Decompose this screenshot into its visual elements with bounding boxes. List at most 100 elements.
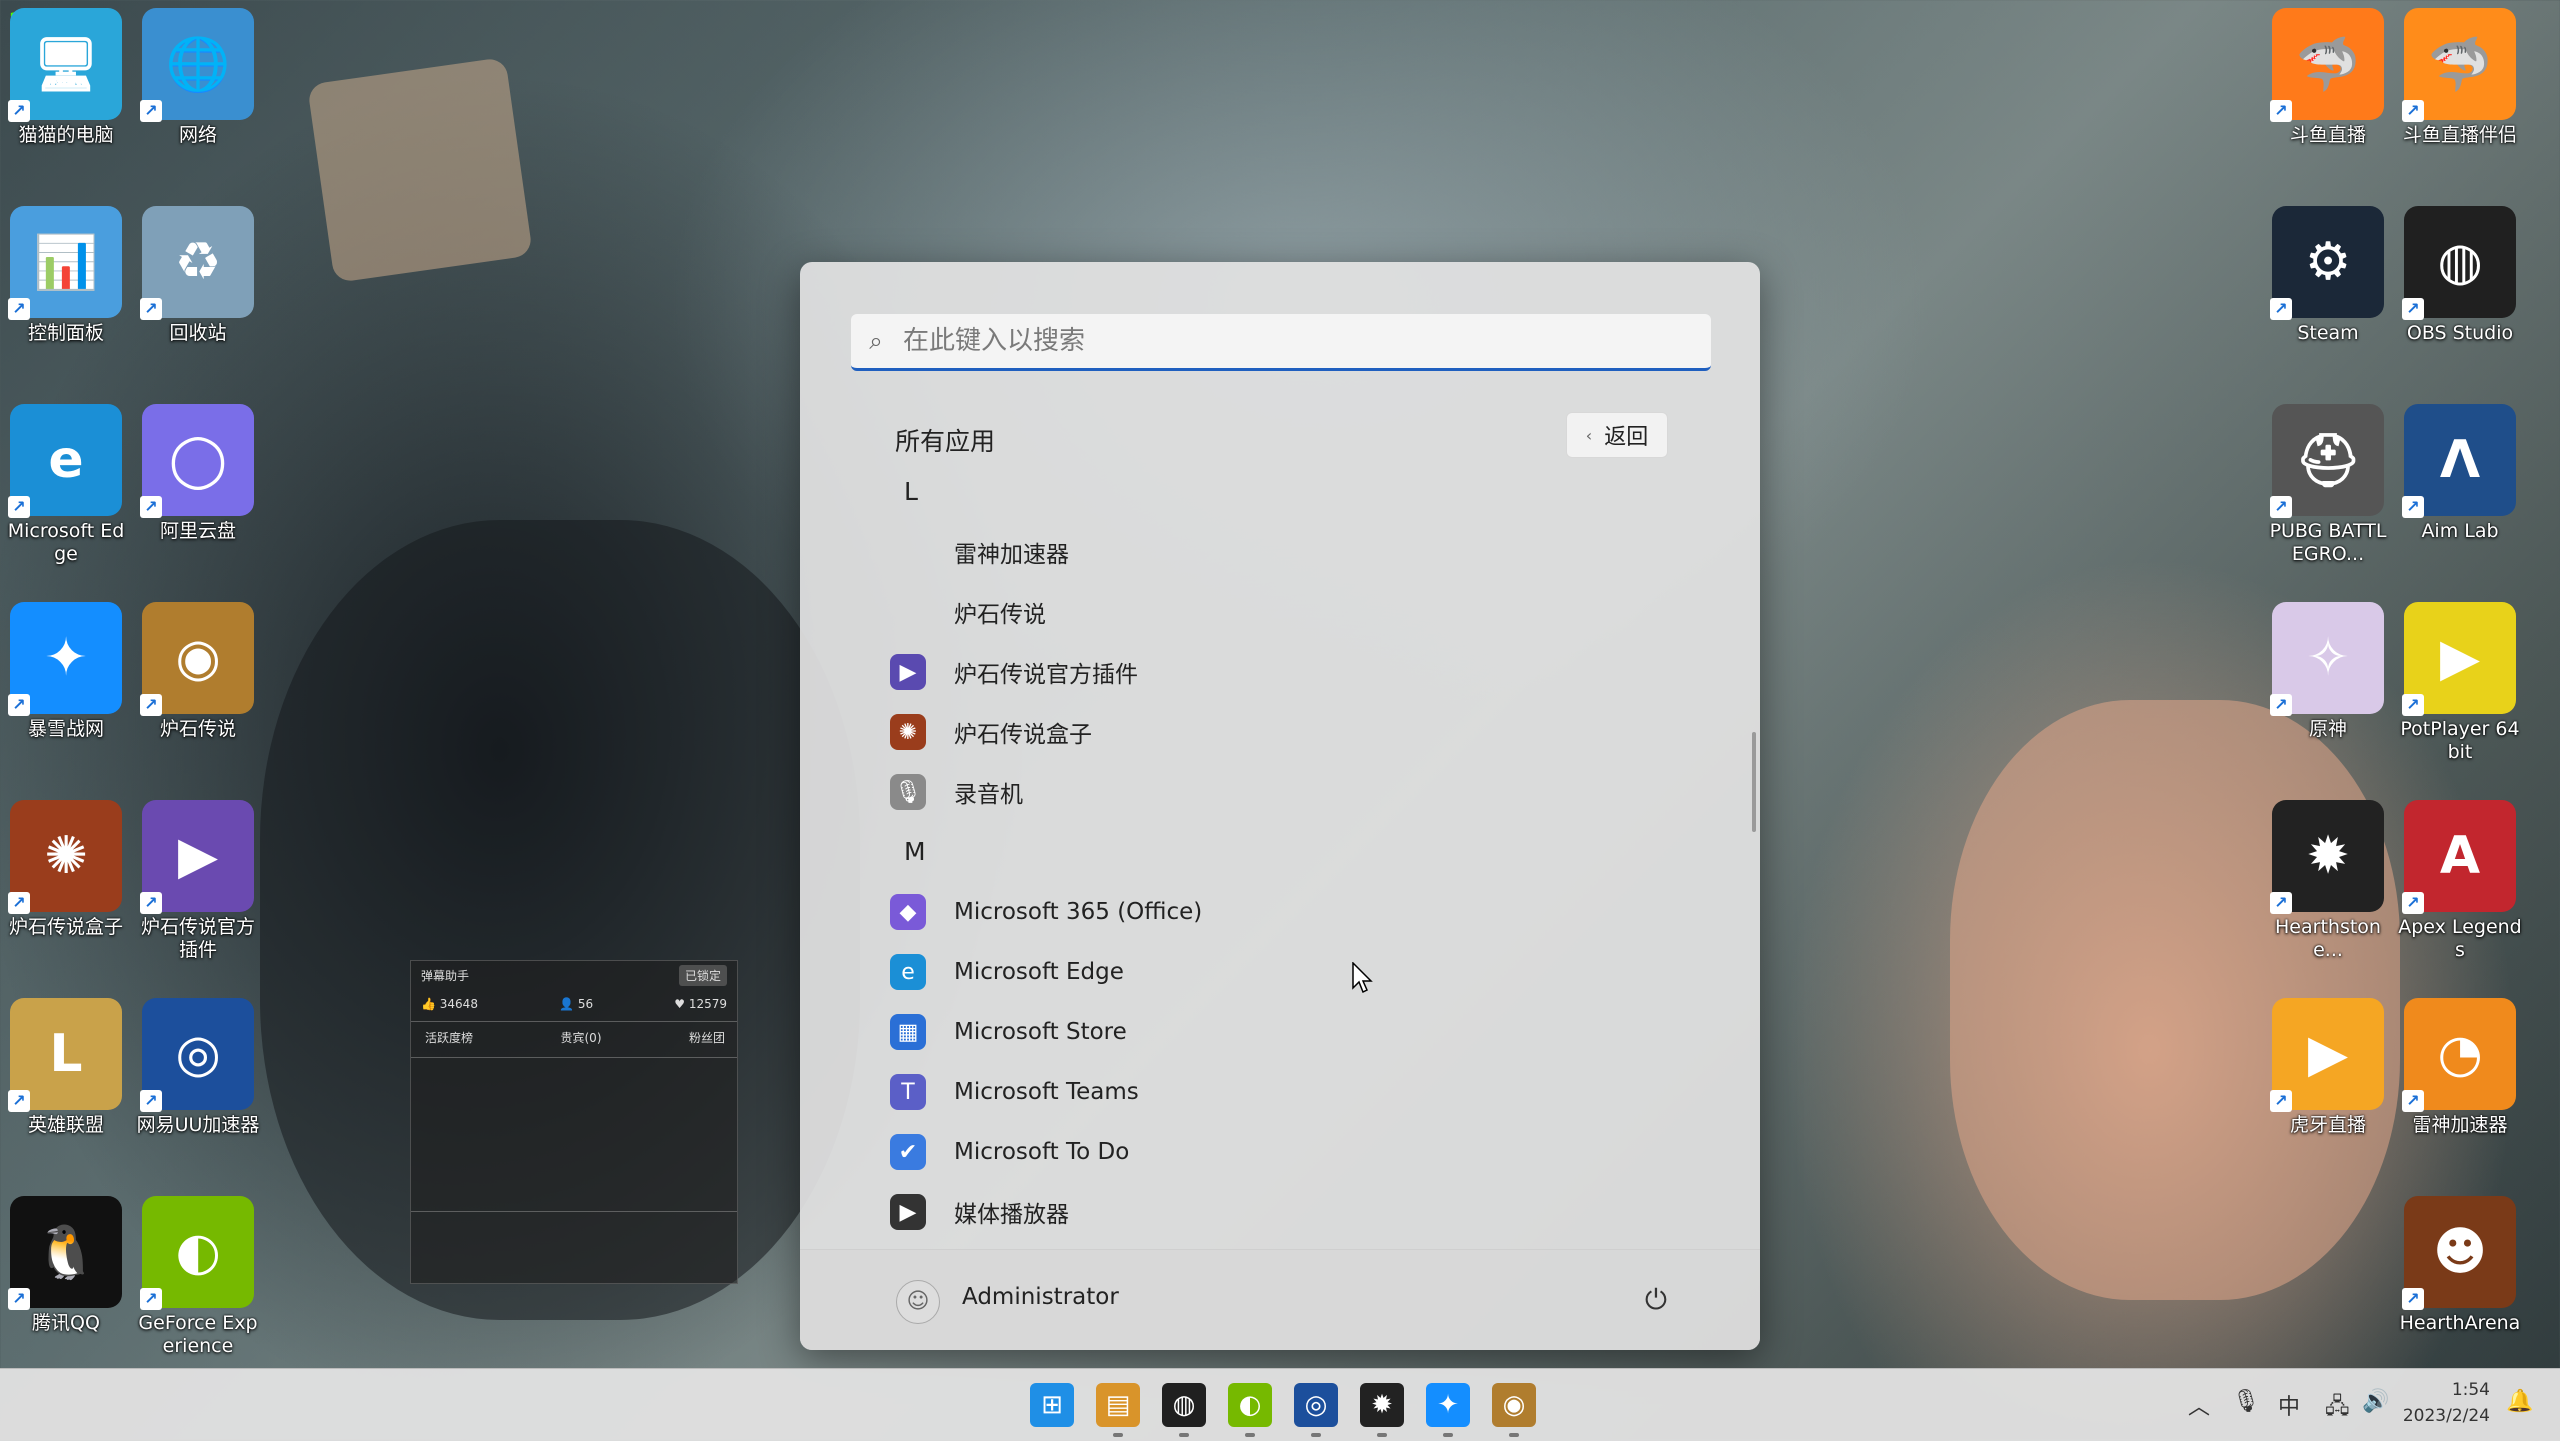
qq-icon: 🐧 ↗: [8, 1196, 122, 1310]
shortcut-arrow-icon: ↗: [2270, 1090, 2292, 1112]
network-icon[interactable]: 🖧: [2325, 1389, 2350, 1427]
desktop-shortcut[interactable]: ◔ ↗ 雷神加速器: [2396, 998, 2524, 1137]
steam-icon: ⚙ ↗: [2270, 206, 2384, 320]
desktop-shortcut[interactable]: 🌐 ↗ 网络: [134, 8, 262, 147]
back-button[interactable]: ‹ 返回: [1566, 412, 1668, 458]
shortcut-arrow-icon: ↗: [140, 1288, 162, 1310]
danmu-tabs[interactable]: 活跃度榜 贵宾(0) 粉丝团: [425, 1029, 725, 1046]
app-list-item-label: 炉石传说盒子: [954, 722, 1092, 748]
running-indicator: [1509, 1433, 1519, 1437]
app-list-item[interactable]: T Microsoft Teams: [890, 1062, 1710, 1122]
taskbar-nvidia-button[interactable]: ◐: [1228, 1383, 1272, 1437]
app-list-item[interactable]: ✺ 炉石传说盒子: [890, 702, 1710, 762]
app-list-item[interactable]: 🎙 录音机: [890, 762, 1710, 822]
danmu-tab-fans[interactable]: 粉丝团: [689, 1029, 725, 1046]
app-list-item[interactable]: 炉石传说: [890, 582, 1710, 642]
desktop-shortcut-label: 原神: [2308, 718, 2347, 740]
uu-accelerator-icon: ◎: [1304, 1390, 1328, 1420]
desktop-shortcut[interactable]: ✺ ↗ 炉石传说盒子: [2, 800, 130, 939]
app-list-item[interactable]: ▶ 媒体播放器: [890, 1182, 1710, 1232]
start-search-input[interactable]: [901, 325, 1685, 357]
app-list-item[interactable]: ▶ 炉石传说官方插件: [890, 642, 1710, 702]
ime-indicator[interactable]: 中: [2278, 1389, 2300, 1421]
danmu-tab-activity[interactable]: 活跃度榜: [425, 1029, 473, 1046]
running-indicator: [1179, 1433, 1189, 1437]
app-list-scrollbar[interactable]: [1752, 732, 1756, 832]
danmu-tab-vip[interactable]: 贵宾(0): [561, 1029, 602, 1046]
taskbar-hearthstone-button[interactable]: ◉: [1492, 1383, 1536, 1437]
desktop-shortcut[interactable]: ✧ ↗ 原神: [2264, 602, 2392, 741]
battlenet-icon: ✦ ↗: [8, 602, 122, 716]
teams-icon: T: [890, 1074, 926, 1110]
start-search-box[interactable]: ⌕: [851, 314, 1711, 371]
hearthstone-icon: ◉: [1502, 1390, 1526, 1420]
taskbar-hearthstone-deck-tracker-button[interactable]: ▤: [1096, 1383, 1140, 1437]
danmu-locked-badge[interactable]: 已锁定: [678, 965, 727, 986]
shortcut-arrow-icon: ↗: [2402, 298, 2424, 320]
desktop-shortcut-label: OBS Studio: [2406, 322, 2514, 344]
office-icon: ◆: [890, 894, 926, 930]
user-name[interactable]: Administrator: [962, 1284, 1119, 1310]
app-list-item[interactable]: ▦ Microsoft Store: [890, 1002, 1710, 1062]
desktop-shortcut[interactable]: A ↗ Apex Legends: [2396, 800, 2524, 962]
user-avatar[interactable]: ☺: [896, 1280, 940, 1324]
all-apps-list[interactable]: L 雷神加速器 炉石传说 ▶ 炉石传说官方插件 ✺ 炉石传说盒子 🎙 录音机 M ◆ Microsof…: [890, 462, 1710, 1232]
desktop-shortcut[interactable]: 📊 ↗ 控制面板: [2, 206, 130, 345]
app-list-letter-header[interactable]: M: [890, 822, 1710, 882]
danmu-helper-widget[interactable]: 弹幕助手 已锁定 👍 34648 👤 56 ♥ 12579 活跃度榜 贵宾(0)…: [410, 960, 738, 1284]
desktop-shortcut[interactable]: ⚙ ↗ Steam: [2264, 206, 2392, 345]
desktop-shortcut[interactable]: 🦈 ↗ 斗鱼直播伴侣: [2396, 8, 2524, 147]
taskbar-start-button[interactable]: ⊞: [1030, 1383, 1074, 1427]
notification-icon[interactable]: 🔔: [2506, 1389, 2533, 1414]
desktop-shortcut[interactable]: 🐧 ↗ 腾讯QQ: [2, 1196, 130, 1335]
desktop-shortcut[interactable]: ◉ ↗ 炉石传说: [134, 602, 262, 741]
desktop-shortcut-label: Steam: [2297, 322, 2359, 344]
desktop-shortcut[interactable]: e ↗ Microsoft Edge: [2, 404, 130, 566]
desktop-shortcut[interactable]: 🦈 ↗ 斗鱼直播: [2264, 8, 2392, 147]
desktop-shortcut[interactable]: ◯ ↗ 阿里云盘: [134, 404, 262, 543]
desktop-shortcut[interactable]: ◍ ↗ OBS Studio: [2396, 206, 2524, 345]
wallpaper-paper-fragment: [307, 57, 533, 283]
battlenet-icon: ✦: [1437, 1390, 1459, 1420]
taskbar-battlenet-button[interactable]: ✦: [1426, 1383, 1470, 1437]
taskbar-hearthstone-deck-button[interactable]: ✹: [1360, 1383, 1404, 1437]
desktop-shortcut[interactable]: ⛑ ↗ PUBG BATTLEGRO...: [2264, 404, 2392, 566]
desktop-shortcut[interactable]: L ↗ 英雄联盟: [2, 998, 130, 1137]
desktop-shortcut-label: 斗鱼直播: [2289, 124, 2366, 146]
volume-icon[interactable]: 🔊: [2362, 1389, 2389, 1414]
shortcut-arrow-icon: ↗: [140, 892, 162, 914]
app-list-item[interactable]: ◆ Microsoft 365 (Office): [890, 882, 1710, 942]
genshin-icon: ✧ ↗: [2270, 602, 2384, 716]
edge-icon: e ↗: [8, 404, 122, 518]
taskbar-obs-button[interactable]: ◍: [1162, 1383, 1206, 1437]
desktop-shortcut[interactable]: ✹ ↗ Hearthstone...: [2264, 800, 2392, 962]
app-list-item[interactable]: 雷神加速器: [890, 522, 1710, 582]
danmu-stat-users: 👤 56: [559, 997, 594, 1011]
clock-date: 2023/2/24: [2402, 1406, 2490, 1426]
taskbar-clock[interactable]: 1:54 2023/2/24: [2400, 1377, 2490, 1429]
show-hidden-icons-chevron-icon[interactable]: ︿: [2188, 1389, 2210, 1421]
desktop-shortcut[interactable]: ☻ ↗ HearthArena: [2396, 1196, 2524, 1335]
shortcut-arrow-icon: ↗: [2270, 694, 2292, 716]
microphone-icon[interactable]: 🎙: [2232, 1389, 2260, 1414]
taskbar-uu-button[interactable]: ◎: [1294, 1383, 1338, 1437]
desktop-shortcut-label: 猫猫的电脑: [18, 124, 114, 146]
app-list-item[interactable]: ✔ Microsoft To Do: [890, 1122, 1710, 1182]
app-list-letter-header[interactable]: L: [890, 462, 1710, 522]
app-list-item[interactable]: e Microsoft Edge: [890, 942, 1710, 1002]
desktop-shortcut[interactable]: Λ ↗ Aim Lab: [2396, 404, 2524, 543]
desktop-shortcut[interactable]: ◎ ↗ 网易UU加速器: [134, 998, 262, 1137]
desktop-shortcut[interactable]: ◐ ↗ GeForce Experience: [134, 1196, 262, 1358]
desktop-shortcut[interactable]: ▶ ↗ 虎牙直播: [2264, 998, 2392, 1137]
power-icon[interactable]: ⏻: [1636, 1280, 1676, 1320]
desktop-shortcut[interactable]: ✦ ↗ 暴雪战网: [2, 602, 130, 741]
apex-icon: A ↗: [2402, 800, 2516, 914]
leishen-icon: ◔ ↗: [2402, 998, 2516, 1112]
desktop-shortcut[interactable]: ▶ ↗ PotPlayer 64 bit: [2396, 602, 2524, 764]
danmu-divider: [411, 1211, 737, 1212]
danmu-divider: [411, 1021, 737, 1022]
desktop-shortcut[interactable]: 🖥 ↗ 猫猫的电脑: [2, 8, 130, 147]
desktop-shortcut-label: 炉石传说: [159, 718, 236, 740]
desktop-shortcut[interactable]: ▶ ↗ 炉石传说官方插件: [134, 800, 262, 962]
desktop-shortcut[interactable]: ♻ ↗ 回收站: [134, 206, 262, 345]
